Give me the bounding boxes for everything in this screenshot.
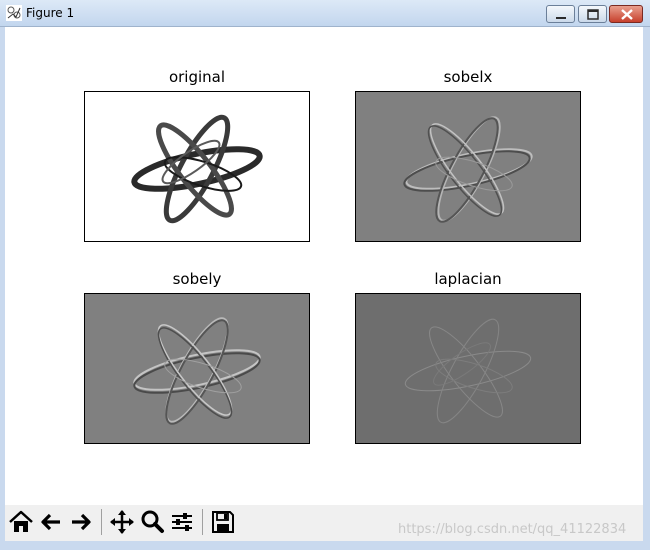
- magnifier-icon: [141, 510, 164, 533]
- window-frame-right: [643, 27, 650, 550]
- subplot-title-sobelx: sobelx: [443, 68, 493, 86]
- watermark-text: https://blog.csdn.net/qq_41122834: [398, 522, 627, 537]
- minimize-icon: [556, 17, 566, 19]
- floppy-disk-icon: [212, 511, 234, 533]
- close-icon: [621, 9, 633, 20]
- back-button[interactable]: [37, 508, 65, 536]
- image-original: [131, 114, 263, 224]
- toolbar-separator: [202, 509, 203, 535]
- subplot-title-original: original: [168, 68, 226, 86]
- image-laplacian: [404, 318, 532, 424]
- matplotlib-figure-icon: [6, 5, 22, 21]
- home-button[interactable]: [7, 508, 35, 536]
- save-button[interactable]: [209, 508, 237, 536]
- maximize-icon: [587, 9, 599, 20]
- window-frame-bottom: [0, 541, 650, 550]
- subplot-title-laplacian: laplacian: [434, 270, 502, 288]
- minimize-button[interactable]: [546, 5, 575, 23]
- figure-window: Figure 1 original sobelx sobely laplacia…: [0, 0, 650, 550]
- window-title: Figure 1: [26, 6, 75, 20]
- forward-button[interactable]: [67, 508, 95, 536]
- close-button[interactable]: [609, 5, 643, 23]
- title-bar[interactable]: Figure 1: [0, 0, 650, 27]
- axes-sobelx[interactable]: [355, 91, 581, 242]
- subplot-title-sobely: sobely: [172, 270, 222, 288]
- move-icon: [110, 510, 134, 534]
- maximize-button[interactable]: [578, 5, 607, 23]
- configure-subplots-button[interactable]: [168, 508, 196, 536]
- axes-sobely[interactable]: [84, 293, 310, 444]
- pan-button[interactable]: [108, 508, 136, 536]
- axes-laplacian[interactable]: [355, 293, 581, 444]
- axes-original[interactable]: [84, 91, 310, 242]
- arrow-right-icon: [72, 513, 91, 531]
- navigation-toolbar: https://blog.csdn.net/qq_41122834: [5, 505, 643, 541]
- sliders-icon: [172, 513, 192, 531]
- zoom-button[interactable]: [138, 508, 166, 536]
- arrow-left-icon: [41, 513, 60, 531]
- image-sobely: [133, 317, 261, 425]
- image-sobelx: [403, 116, 533, 223]
- toolbar-separator: [101, 509, 102, 535]
- figure-canvas[interactable]: original sobelx sobely laplacian: [5, 27, 643, 505]
- home-icon: [9, 510, 33, 532]
